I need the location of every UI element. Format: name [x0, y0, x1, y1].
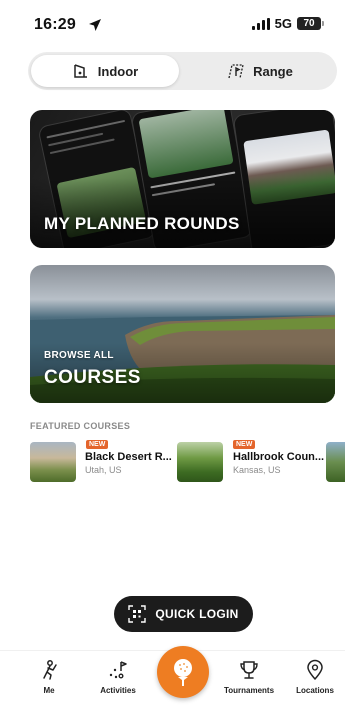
location-pin-icon [307, 659, 323, 680]
new-badge: NEW [233, 440, 256, 449]
my-planned-rounds-card[interactable]: MY PLANNED ROUNDS [30, 110, 335, 248]
mode-switcher: Indoor Range [28, 52, 337, 90]
featured-course-item[interactable]: NEW Black Desert R... Utah, US [30, 440, 172, 482]
course-thumbnail [177, 442, 223, 482]
featured-courses-heading: FEATURED COURSES [30, 421, 131, 431]
status-indicators: 5G 70 [251, 16, 324, 31]
new-badge: NEW [86, 440, 109, 449]
course-name: Black Desert R... [85, 451, 172, 463]
activities-icon [109, 661, 127, 679]
planned-rounds-title: MY PLANNED ROUNDS [44, 214, 240, 233]
browse-all-label: BROWSE ALL [44, 350, 114, 361]
status-time: 16:29 [34, 16, 76, 33]
nav-locations[interactable]: Locations [296, 659, 334, 695]
course-name: Hallbrook Coun... [233, 451, 325, 463]
card-shade [30, 178, 335, 248]
nav-tournaments-label: Tournaments [223, 686, 275, 695]
nav-tournaments[interactable]: Tournaments [223, 659, 275, 695]
course-thumbnail [326, 442, 345, 482]
nav-me-label: Me [43, 686, 55, 695]
golfer-icon [43, 660, 57, 680]
featured-course-item[interactable]: NEW Hallbrook Coun... Kansas, US [177, 440, 325, 482]
location-arrow-icon [89, 19, 101, 31]
courses-title: COURSES [44, 367, 141, 388]
featured-course-item-partial[interactable] [326, 440, 345, 482]
nav-play-button[interactable] [157, 646, 209, 698]
course-location: Kansas, US [233, 465, 281, 475]
nav-me[interactable]: Me [36, 659, 62, 695]
browse-courses-card[interactable]: BROWSE ALL COURSES [30, 265, 335, 403]
nav-activities[interactable]: Activities [98, 659, 138, 695]
indoor-simulator-icon [74, 64, 87, 78]
nav-locations-label: Locations [296, 686, 334, 695]
tab-indoor-label: Indoor [97, 63, 139, 79]
tab-range[interactable]: Range [186, 55, 334, 87]
tab-range-label: Range [253, 63, 293, 79]
course-thumbnail [30, 442, 76, 482]
status-bar: 16:29 5G 70 [0, 0, 345, 44]
range-flag-icon [228, 64, 244, 79]
golf-ball-tee-icon [174, 659, 192, 686]
battery-icon: 70 [297, 17, 324, 30]
app-screen: 16:29 5G 70 Indoor Range MY PLANNED ROUN… [0, 0, 345, 713]
quick-login-label: QUICK LOGIN [155, 607, 239, 621]
qr-scan-icon [128, 605, 147, 623]
course-location: Utah, US [85, 465, 122, 475]
signal-icon [251, 17, 270, 30]
trophy-icon [240, 661, 258, 679]
quick-login-button[interactable]: QUICK LOGIN [114, 596, 253, 632]
tab-indoor[interactable]: Indoor [31, 55, 179, 87]
network-type: 5G [274, 16, 292, 31]
nav-activities-label: Activities [100, 686, 136, 695]
